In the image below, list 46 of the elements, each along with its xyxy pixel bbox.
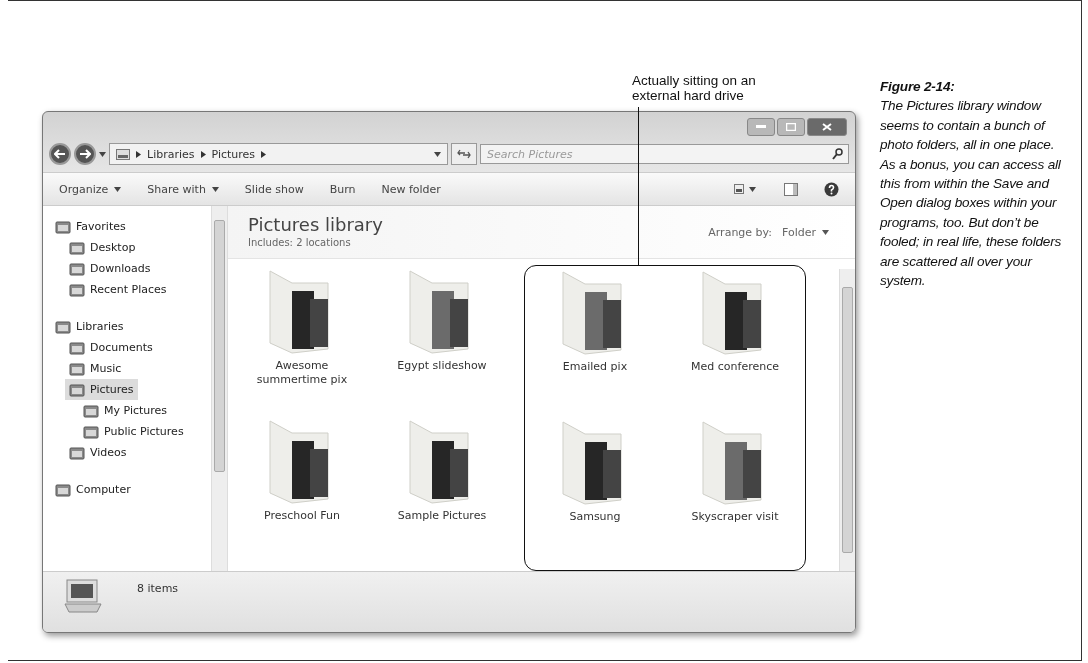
- sidebar-item[interactable]: Libraries: [51, 316, 128, 337]
- folder-item[interactable]: Awesome summertime pix: [232, 269, 372, 419]
- figure-title: Figure 2-14:: [880, 78, 956, 96]
- sidebar-item[interactable]: Documents: [65, 337, 157, 358]
- toolbar-button[interactable]: New folder: [377, 182, 445, 196]
- library-title: Pictures library: [248, 214, 383, 235]
- folder-name: Emailed pix: [561, 360, 629, 374]
- figure-caption: The Pictures library window seems to contain a bunch of photo folders, all in one place. As a bonus, you can access all this from within the Save and Open dialog boxes within your programs, too. But don’t be fooled; in real life, these folders are scattered all over your system.: [880, 97, 1063, 291]
- item-count: 8 items: [137, 582, 179, 595]
- folder-item[interactable]: Med conference: [665, 270, 805, 420]
- sidebar-item[interactable]: Pictures: [65, 379, 138, 400]
- folder-name: Awesome summertime pix: [255, 359, 349, 387]
- toolbar-button[interactable]: Burn: [325, 182, 360, 196]
- folder-name: Preschool Fun: [263, 509, 341, 523]
- folder-item[interactable]: Skyscraper visit: [665, 420, 805, 570]
- folder-name: Egypt slideshow: [396, 359, 488, 373]
- folder-name: Med conference: [690, 360, 780, 374]
- folder-name: Sample Pictures: [396, 509, 488, 523]
- folder-name: Skyscraper visit: [690, 510, 780, 524]
- toolbar-button[interactable]: Share with: [143, 182, 223, 196]
- sidebar-item[interactable]: Favorites: [51, 216, 130, 237]
- toolbar-button[interactable]: Organize: [55, 182, 126, 196]
- includes-link[interactable]: 2 locations: [296, 237, 351, 248]
- address-bar[interactable]: Libraries Pictures: [109, 143, 448, 165]
- sidebar-item[interactable]: Music: [65, 358, 126, 379]
- breadcrumb[interactable]: Pictures: [211, 147, 256, 161]
- sidebar-item[interactable]: Recent Places: [65, 279, 171, 300]
- folder-item[interactable]: Egypt slideshow: [372, 269, 512, 419]
- folder-item[interactable]: Sample Pictures: [372, 419, 512, 569]
- sidebar-item[interactable]: My Pictures: [79, 400, 172, 421]
- sidebar-item[interactable]: Computer: [51, 479, 135, 500]
- includes-label: Includes:: [248, 237, 293, 248]
- arrange-label: Arrange by:: [708, 226, 772, 239]
- sidebar-item[interactable]: Videos: [65, 442, 131, 463]
- breadcrumb[interactable]: Libraries: [147, 147, 195, 161]
- callout-text: Actually sitting on an external hard drive: [632, 73, 757, 103]
- arrange-dropdown[interactable]: Folder: [782, 226, 829, 239]
- sidebar-item[interactable]: Downloads: [65, 258, 155, 279]
- sidebar-item[interactable]: Public Pictures: [79, 421, 188, 442]
- toolbar-button[interactable]: Slide show: [240, 182, 308, 196]
- folder-item[interactable]: Preschool Fun: [232, 419, 372, 569]
- folder-name: Samsung: [568, 510, 622, 524]
- folder-item[interactable]: Samsung: [525, 420, 665, 570]
- sidebar-item[interactable]: Desktop: [65, 237, 140, 258]
- folder-item[interactable]: Emailed pix: [525, 270, 665, 420]
- search-field[interactable]: Search Pictures: [480, 144, 849, 164]
